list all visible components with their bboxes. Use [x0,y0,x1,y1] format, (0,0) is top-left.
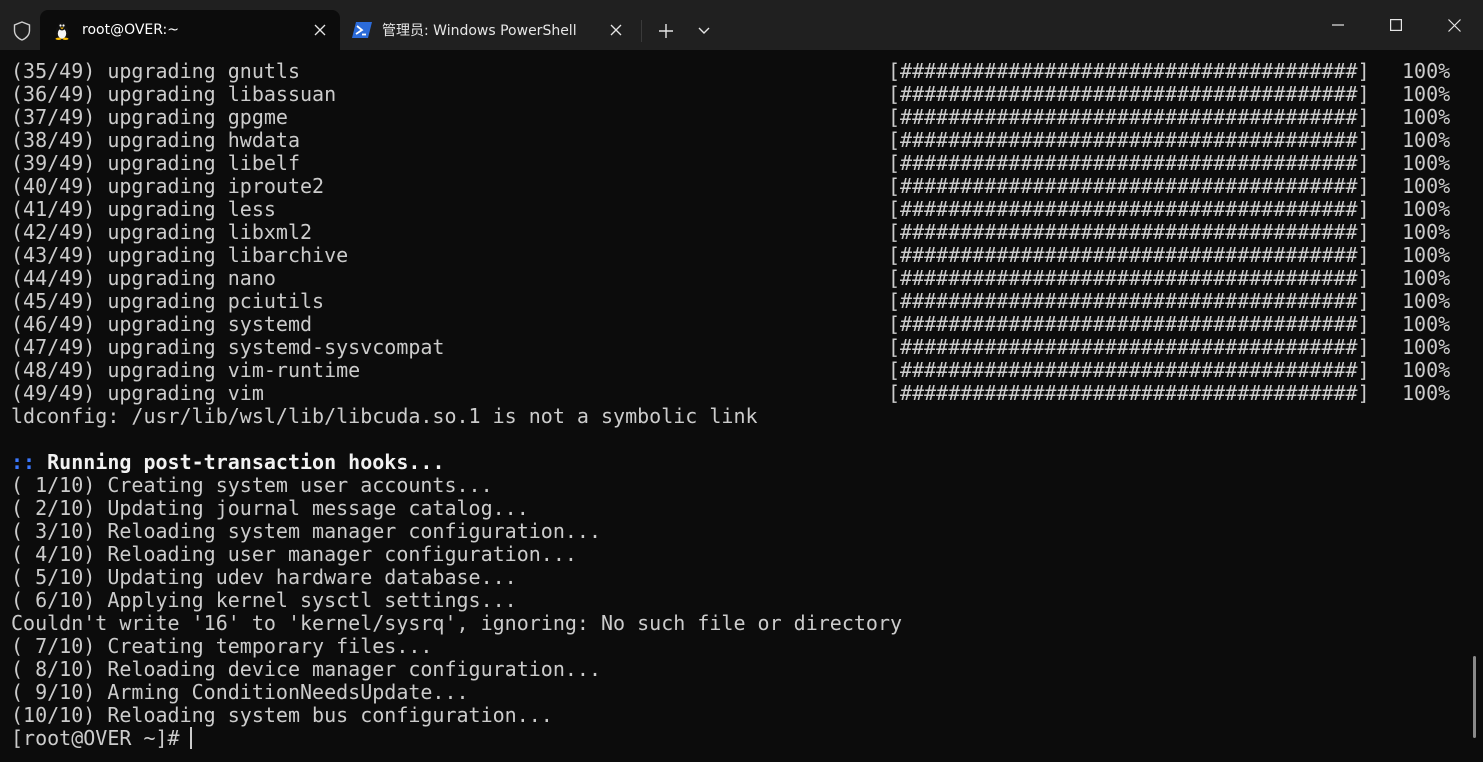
upgrade-line: (38/49) upgrading hwdata [###############… [11,128,1451,152]
hook-line: ( 2/10) Updating journal message catalog… [11,496,529,520]
minimize-button[interactable] [1309,0,1367,50]
text-cursor [189,727,192,749]
upgrade-line: (44/49) upgrading nano [#################… [11,266,1451,290]
upgrade-line: (37/49) upgrading gpgme [################… [11,105,1451,129]
tab-title: 管理员: Windows PowerShell [382,23,577,39]
profile-dropdown-button[interactable] [688,16,720,46]
tab-powershell[interactable]: 管理员: Windows PowerShell [340,10,636,50]
upgrade-line: (43/49) upgrading libarchive [###########… [11,243,1451,267]
scrollbar-thumb[interactable] [1473,656,1476,738]
hook-line: ( 5/10) Updating udev hardware database.… [11,565,517,589]
upgrade-line: (40/49) upgrading iproute2 [#############… [11,174,1451,198]
shield-icon [10,19,34,43]
hooks-title: Running post-transaction hooks... [47,450,445,474]
linux-penguin-icon [52,20,72,40]
upgrade-line: (35/49) upgrading gnutls [###############… [11,59,1451,83]
hook-line: Couldn't write '16' to 'kernel/sysrq', i… [11,611,903,635]
title-bar[interactable]: root@OVER:~ 管理员: Windows PowerShell [0,0,1483,50]
tab-divider [641,20,642,42]
upgrade-line: (46/49) upgrading systemd [##############… [11,312,1451,336]
tab-title: root@OVER:~ [82,22,180,38]
tab-root-over[interactable]: root@OVER:~ [40,10,340,50]
new-tab-button[interactable] [650,16,682,46]
upgrade-line: (36/49) upgrading libassuan [############… [11,82,1451,106]
hook-line: ( 3/10) Reloading system manager configu… [11,519,602,543]
upgrade-line: (49/49) upgrading vim [##################… [11,381,1451,405]
shell-prompt: [root@OVER ~]# [11,726,180,750]
close-tab-icon[interactable] [304,14,336,46]
upgrade-line: (39/49) upgrading libelf [###############… [11,151,1451,175]
powershell-icon [352,20,372,40]
terminal-window: root@OVER:~ 管理员: Windows PowerShell (35/… [0,0,1483,762]
hook-line: ( 4/10) Reloading user manager configura… [11,542,577,566]
close-tab-icon[interactable] [600,14,632,46]
upgrade-line: (42/49) upgrading libxml2 [##############… [11,220,1451,244]
upgrade-line: (41/49) upgrading less [#################… [11,197,1451,221]
hook-line: (10/10) Reloading system bus configurati… [11,703,553,727]
hook-line: ( 8/10) Reloading device manager configu… [11,657,602,681]
hooks-prefix: :: [11,450,36,474]
terminal-output[interactable]: (35/49) upgrading gnutls [###############… [0,50,1483,762]
hooks-header: :: Running post-transaction hooks... [11,451,1471,474]
plus-icon [659,24,673,38]
output-lines: (35/49) upgrading gnutls [###############… [11,60,1471,750]
prompt-line[interactable]: [root@OVER ~]# [11,727,1471,750]
hook-line: ( 1/10) Creating system user accounts... [11,473,493,497]
minimize-icon [1332,24,1344,26]
ldconfig-warning: ldconfig: /usr/lib/wsl/lib/libcuda.so.1 … [11,404,758,428]
upgrade-line: (45/49) upgrading pciutils [#############… [11,289,1451,313]
chevron-down-icon [698,27,710,34]
close-window-button[interactable] [1425,0,1483,50]
upgrade-line: (47/49) upgrading systemd-sysvcompat [###… [11,335,1451,359]
maximize-button[interactable] [1367,0,1425,50]
hook-line: ( 7/10) Creating temporary files... [11,634,433,658]
maximize-icon [1390,19,1402,31]
close-icon [1447,18,1461,32]
hook-line: ( 9/10) Arming ConditionNeedsUpdate... [11,680,469,704]
hook-line: ( 6/10) Applying kernel sysctl settings.… [11,588,517,612]
upgrade-line: (48/49) upgrading vim-runtime [##########… [11,358,1451,382]
